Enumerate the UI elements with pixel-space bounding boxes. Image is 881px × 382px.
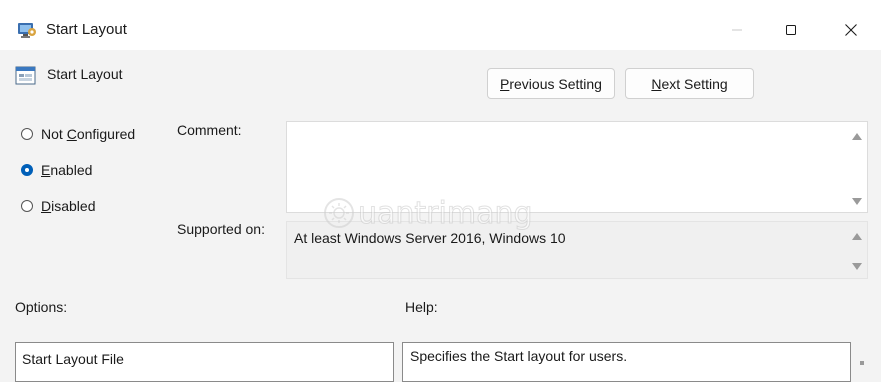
maximize-icon <box>786 25 796 35</box>
supported-on-value: At least Windows Server 2016, Windows 10 <box>294 230 566 246</box>
radio-enabled[interactable]: Enabled <box>21 160 92 180</box>
help-scrollbar[interactable] <box>860 361 864 365</box>
policy-editor-window: Start Layout Start Layout Previous Setti… <box>0 0 881 382</box>
options-label: Options: <box>15 299 68 315</box>
title-bar[interactable]: Start Layout <box>0 10 881 50</box>
radio-button-unchecked[interactable] <box>21 128 33 140</box>
minimize-icon <box>732 29 742 31</box>
minimize-button[interactable] <box>714 10 760 50</box>
radio-label-enabled: Enabled <box>41 162 93 178</box>
option-start-layout-file-label: Start Layout File <box>22 351 124 367</box>
supported-on-field: At least Windows Server 2016, Windows 10 <box>286 221 868 279</box>
options-panel[interactable]: Start Layout File <box>15 342 394 382</box>
help-text: Specifies the Start layout for users. <box>410 348 628 364</box>
close-icon <box>845 24 857 36</box>
comment-textarea[interactable] <box>286 121 868 213</box>
comment-label: Comment: <box>177 122 242 138</box>
help-panel[interactable]: Specifies the Start layout for users. <box>402 342 851 382</box>
maximize-button[interactable] <box>768 10 814 50</box>
radio-button-checked[interactable] <box>21 164 33 176</box>
scroll-up-arrow-icon[interactable] <box>852 133 862 140</box>
window-title: Start Layout <box>46 21 127 38</box>
window-top-edge <box>0 0 881 10</box>
scroll-up-arrow-icon[interactable] <box>852 233 862 240</box>
next-setting-button[interactable]: Next Setting <box>625 68 754 99</box>
radio-not-configured[interactable]: Not Configured <box>21 124 135 144</box>
scroll-down-arrow-icon[interactable] <box>852 198 862 205</box>
radio-button-unchecked[interactable] <box>21 200 33 212</box>
help-label: Help: <box>405 299 438 315</box>
policy-window-icon <box>15 65 36 86</box>
supported-on-label: Supported on: <box>177 221 265 237</box>
setting-title: Start Layout <box>47 66 123 82</box>
radio-disabled[interactable]: Disabled <box>21 196 96 216</box>
close-button[interactable] <box>828 10 874 50</box>
radio-label-disabled: Disabled <box>41 198 96 214</box>
policy-setting-icon <box>17 21 37 39</box>
previous-setting-button[interactable]: Previous Setting <box>487 68 615 99</box>
scroll-down-arrow-icon[interactable] <box>852 263 862 270</box>
radio-label-not-configured: Not Configured <box>41 126 136 142</box>
